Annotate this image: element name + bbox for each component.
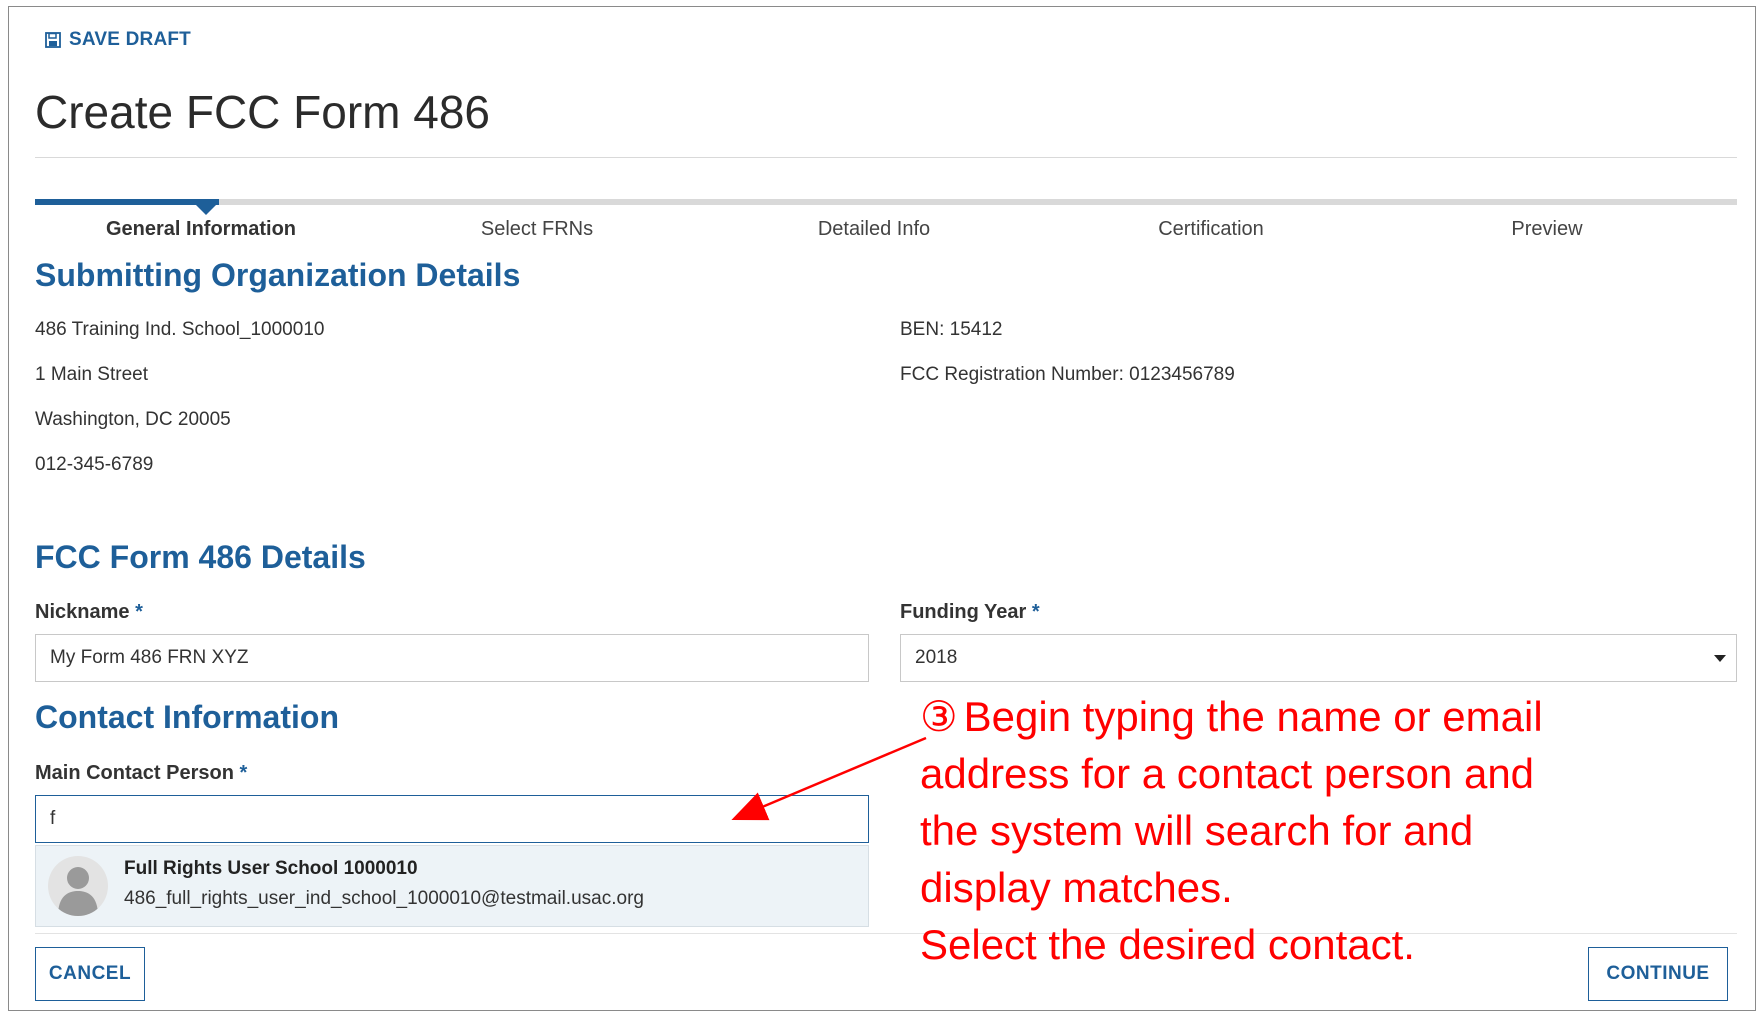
- contact-section-heading: Contact Information: [35, 699, 339, 735]
- required-marker: *: [135, 601, 143, 623]
- org-phone: 012-345-6789: [35, 454, 154, 475]
- callout-line-1-text: Begin typing the name or email: [963, 693, 1543, 740]
- step-general-information: General Information: [105, 218, 297, 240]
- org-street: 1 Main Street: [35, 364, 148, 385]
- form486-section-heading: FCC Form 486 Details: [35, 539, 366, 575]
- stepper-progress: [35, 199, 219, 205]
- funding-year-label-text: Funding Year: [900, 601, 1027, 623]
- callout-line-2: address for a contact person and: [920, 750, 1535, 797]
- required-marker: *: [1031, 601, 1040, 623]
- org-section-heading: Submitting Organization Details: [35, 257, 521, 293]
- nickname-label: Nickname *: [35, 601, 143, 624]
- callout-line-5: Select the desired contact.: [920, 921, 1415, 968]
- nickname-value: My Form 486 FRN XYZ: [50, 647, 249, 668]
- callout-step-marker: ③: [920, 693, 958, 740]
- step-detailed-info: Detailed Info: [817, 218, 931, 240]
- org-city: Washington, DC 20005: [35, 409, 231, 430]
- callout-annotation: ③ Begin typing the name or email address …: [920, 688, 1680, 973]
- suggestion-name: Full Rights User School 1000010: [124, 858, 418, 879]
- required-marker: *: [239, 762, 248, 784]
- funding-year-label: Funding Year *: [900, 601, 1040, 624]
- callout-line-3: the system will search for and: [920, 807, 1474, 854]
- main-contact-value: f: [50, 808, 56, 829]
- title-divider: [35, 157, 1737, 158]
- user-silhouette-icon: [48, 856, 108, 916]
- step-select-frns: Select FRNs: [480, 218, 594, 240]
- nickname-input[interactable]: My Form 486 FRN XYZ: [35, 634, 869, 682]
- main-contact-label-text: Main Contact Person: [35, 762, 234, 784]
- stepper-track: [35, 199, 1737, 205]
- stepper-active-caret-icon: [195, 204, 217, 215]
- suggestion-email: 486_full_rights_user_ind_school_1000010@…: [124, 888, 644, 909]
- save-draft-label: SAVE DRAFT: [69, 29, 191, 50]
- callout-line-4: display matches.: [920, 864, 1233, 911]
- step-certification: Certification: [1158, 218, 1264, 240]
- contact-suggestion-item[interactable]: Full Rights User School 1000010 486_full…: [35, 845, 869, 927]
- funding-year-value: 2018: [915, 647, 958, 668]
- org-name: 486 Training Ind. School_1000010: [35, 319, 325, 340]
- main-contact-input[interactable]: f: [35, 795, 869, 843]
- save-draft-button[interactable]: SAVE DRAFT: [45, 29, 191, 51]
- org-frn: FCC Registration Number: 0123456789: [900, 364, 1235, 385]
- org-ben: BEN: 15412: [900, 319, 1003, 340]
- caret-down-icon: [1714, 655, 1726, 662]
- funding-year-select[interactable]: 2018: [900, 634, 1737, 682]
- nickname-label-text: Nickname: [35, 601, 130, 623]
- step-preview: Preview: [1511, 218, 1583, 240]
- main-contact-label: Main Contact Person *: [35, 762, 247, 785]
- cancel-button[interactable]: CANCEL: [35, 947, 145, 1001]
- callout-line-1: ③ Begin typing the name or email: [920, 688, 1680, 745]
- page-title: Create FCC Form 486: [35, 86, 491, 138]
- floppy-disk-icon: [45, 32, 61, 48]
